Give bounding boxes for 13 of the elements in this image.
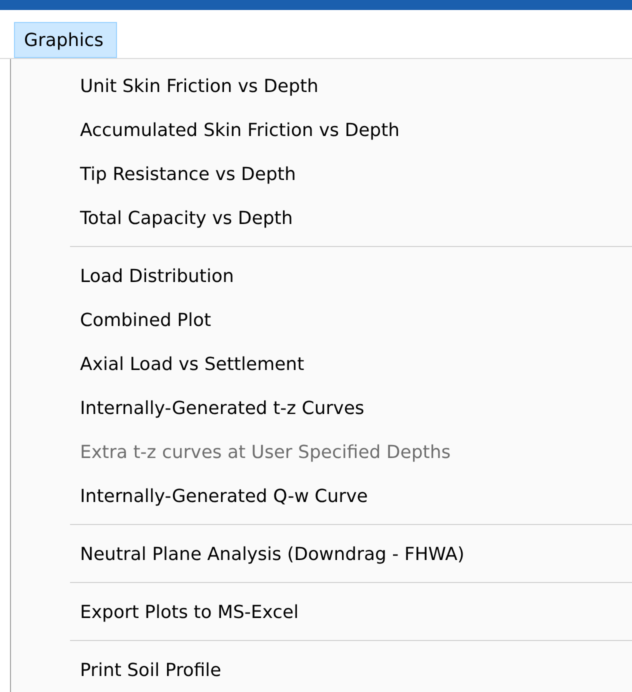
menu-item[interactable]: Tip Resistance vs Depth (11, 152, 632, 196)
menu-item[interactable]: Load Distribution (11, 254, 632, 298)
menu-item[interactable]: Total Capacity vs Depth (11, 196, 632, 240)
menu-title[interactable]: Graphics (14, 22, 116, 58)
menu-item[interactable]: Combined Plot (11, 298, 632, 342)
menu-item[interactable]: Neutral Plane Analysis (Downdrag - FHWA) (11, 532, 632, 576)
menu-item[interactable]: Print Soil Profile (11, 648, 632, 692)
menu-item[interactable]: Internally-Generated Q-w Curve (11, 474, 632, 518)
menu-item[interactable]: Internally-Generated t-z Curves (11, 386, 632, 430)
menu-item[interactable]: Unit Skin Friction vs Depth (11, 64, 632, 108)
menu-item[interactable]: Accumulated Skin Friction vs Depth (11, 108, 632, 152)
menu-item[interactable]: Export Plots to MS-Excel (11, 590, 632, 634)
menu-item[interactable]: Axial Load vs Settlement (11, 342, 632, 386)
